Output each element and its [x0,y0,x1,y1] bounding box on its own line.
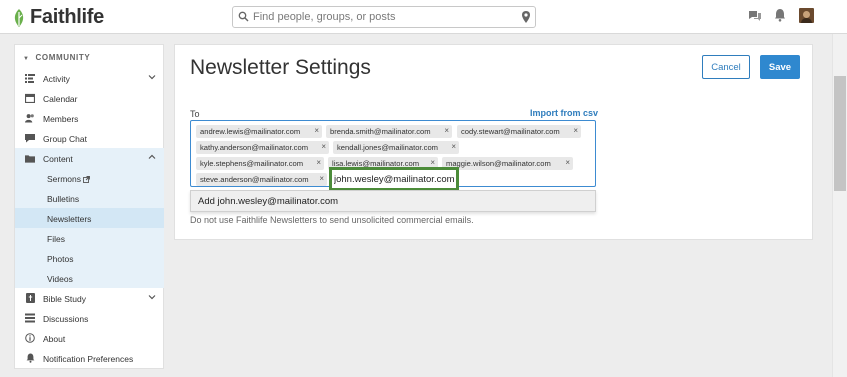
sidebar-item-label: Group Chat [43,134,87,144]
remove-recipient-icon[interactable]: × [430,158,435,167]
recipient-email: andrew.lewis@mailinator.com [200,127,301,136]
sidebar-item-discussions[interactable]: Discussions [15,308,164,328]
faithlife-leaf-icon [14,8,24,27]
remove-recipient-icon[interactable]: × [565,158,570,167]
sidebar-item-about[interactable]: About [15,328,164,348]
sidebar: ▼ COMMUNITY Activity Calendar Members Gro… [14,44,164,369]
chevron-up-icon[interactable] [148,153,156,161]
recipient-email: kathy.anderson@mailinator.com [200,143,309,152]
calendar-icon [25,93,35,103]
location-pin-icon[interactable] [521,10,531,24]
sidebar-item-label: Videos [47,274,73,284]
sidebar-item-content[interactable]: Content [15,148,164,168]
remove-recipient-icon[interactable]: × [451,142,456,151]
recipient-email: brenda.smith@mailinator.com [330,127,431,136]
sidebar-item-group-chat[interactable]: Group Chat [15,128,164,148]
new-recipient-input[interactable] [334,172,454,186]
sidebar-item-label: Bible Study [43,294,86,304]
bell-icon [25,353,35,363]
top-bar: Faithlife [0,0,847,34]
sidebar-item-label: Bulletins [47,194,80,204]
sidebar-item-newsletters[interactable]: Newsletters [15,208,164,228]
discussions-icon [25,313,35,323]
chevron-down-icon[interactable] [148,73,156,81]
sidebar-item-label: Files [47,234,65,244]
sidebar-item-label: Content [43,154,73,164]
search-input[interactable] [253,9,513,25]
remove-recipient-icon[interactable]: × [316,158,321,167]
cancel-button[interactable]: Cancel [702,55,750,79]
recipient-email: kyle.stephens@mailinator.com [200,159,304,168]
newsletter-settings-panel: Newsletter Settings Cancel Save To Impor… [174,44,813,240]
remove-recipient-icon[interactable]: × [314,126,319,135]
recipient-token: kyle.stephens@mailinator.com × [196,157,324,170]
new-recipient-input-highlight [329,167,459,191]
recipient-token: brenda.smith@mailinator.com × [326,125,452,138]
recipient-email: kendall.jones@mailinator.com [337,143,438,152]
members-icon [25,113,35,123]
app-name: Faithlife [30,6,104,28]
newsletter-disclaimer: Do not use Faithlife Newsletters to send… [190,215,474,225]
section-title: COMMUNITY [35,53,91,62]
add-recipient-suggestion[interactable]: Add john.wesley@mailinator.com [190,190,596,212]
sidebar-item-label: Discussions [43,314,89,324]
sidebar-item-videos[interactable]: Videos [15,268,164,288]
sidebar-item-bulletins[interactable]: Bulletins [15,188,164,208]
sidebar-item-label: Activity [43,74,70,84]
recipient-token: andrew.lewis@mailinator.com × [196,125,322,138]
collapse-caret-icon: ▼ [23,56,30,62]
recipient-email: steve.anderson@mailinator.com [200,175,309,184]
user-avatar[interactable] [799,8,814,23]
suggestion-text: Add john.wesley@mailinator.com [198,196,339,207]
sidebar-item-label: About [43,334,66,344]
sidebar-item-label: Photos [47,254,74,264]
sidebar-item-files[interactable]: Files [15,228,164,248]
recipient-token: cody.stewart@mailinator.com × [457,125,581,138]
recipient-email: maggie.wilson@mailinator.com [446,159,551,168]
recipient-token: steve.anderson@mailinator.com × [196,173,327,186]
external-link-icon [83,175,91,183]
recipient-token: kathy.anderson@mailinator.com × [196,141,329,154]
faithlife-logo[interactable]: Faithlife [12,6,104,29]
page-scrollbar-thumb[interactable] [834,76,846,191]
chat-bubbles-icon[interactable] [748,9,762,22]
sidebar-item-photos[interactable]: Photos [15,248,164,268]
sidebar-item-label: Notification Preferences [43,354,134,364]
remove-recipient-icon[interactable]: × [321,142,326,151]
search-box[interactable] [232,6,536,28]
import-from-csv-link[interactable]: Import from csv [530,108,598,118]
sidebar-item-calendar[interactable]: Calendar [15,88,164,108]
sidebar-item-sermons[interactable]: Sermons [15,168,164,188]
sidebar-item-label: Sermons [47,174,91,184]
sidebar-item-label: Calendar [43,94,78,104]
notifications-bell-icon[interactable] [774,8,786,22]
sidebar-item-label: Newsletters [47,214,92,224]
sidebar-item-label: Members [43,114,79,124]
chat-icon [25,133,35,143]
sidebar-item-bible-study[interactable]: Bible Study [15,288,164,308]
chevron-down-icon[interactable] [148,293,156,301]
sidebar-item-notification-preferences[interactable]: Notification Preferences [15,348,164,368]
page-title: Newsletter Settings [190,56,371,79]
community-section-header[interactable]: ▼ COMMUNITY [23,53,90,62]
to-label: To [190,109,200,119]
remove-recipient-icon[interactable]: × [444,126,449,135]
remove-recipient-icon[interactable]: × [573,126,578,135]
activity-icon [25,73,35,83]
sidebar-item-activity[interactable]: Activity [15,68,164,88]
recipient-email: cody.stewart@mailinator.com [461,127,560,136]
sidebar-item-members[interactable]: Members [15,108,164,128]
folder-icon [25,153,35,163]
remove-recipient-icon[interactable]: × [319,174,324,183]
recipient-token: kendall.jones@mailinator.com × [333,141,459,154]
save-button[interactable]: Save [760,55,800,79]
info-icon [25,333,35,343]
recipient-token: maggie.wilson@mailinator.com × [442,157,573,170]
search-icon [238,11,249,22]
bible-icon [25,293,35,303]
